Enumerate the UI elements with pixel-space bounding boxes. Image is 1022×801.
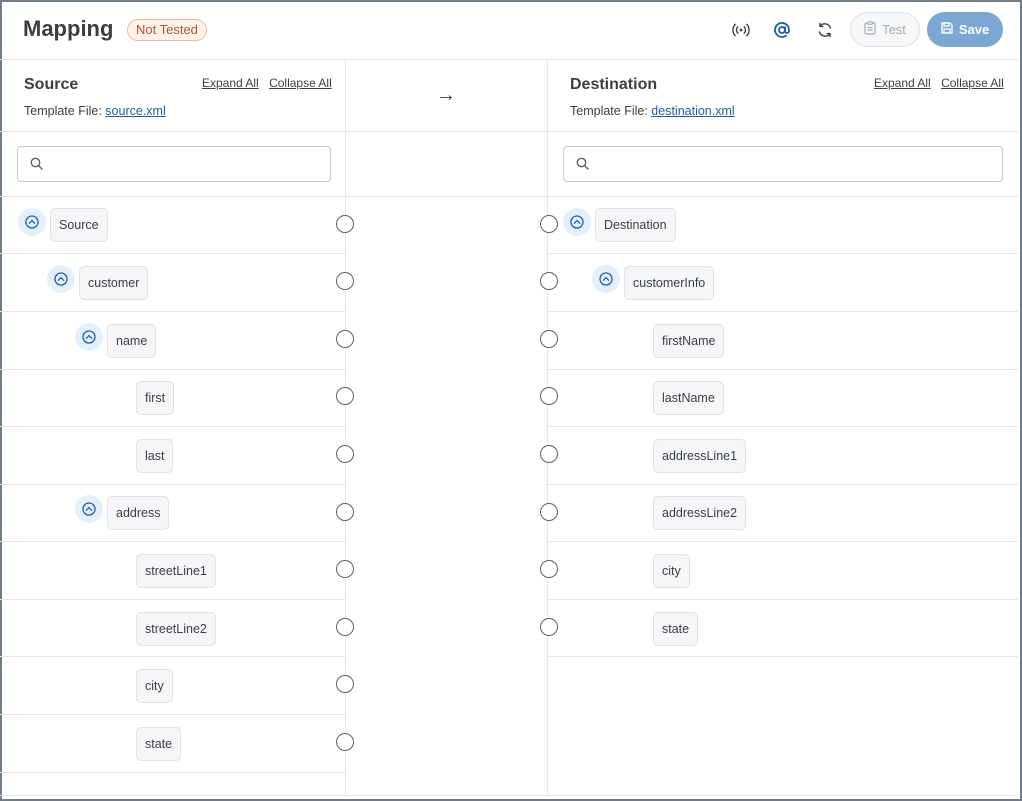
destination-node[interactable]: customerInfo: [624, 266, 715, 300]
floppy-disk-icon: [941, 22, 953, 37]
destination-port-connector[interactable]: [540, 387, 558, 405]
row-divider: [548, 484, 1018, 485]
source-port-connector[interactable]: [336, 272, 354, 290]
source-node[interactable]: Source: [50, 208, 108, 242]
destination-template-link[interactable]: destination.xml: [651, 104, 734, 118]
destination-search-input[interactable]: [598, 153, 994, 175]
source-node[interactable]: customer: [79, 266, 149, 300]
destination-node[interactable]: state: [653, 612, 699, 646]
mapping-arrow-icon: →: [436, 84, 456, 106]
destination-divider: [547, 60, 548, 796]
source-node[interactable]: name: [107, 324, 157, 358]
header: Mapping Not Tested Test Save: [0, 0, 1018, 60]
row-divider: [548, 656, 1018, 657]
row-divider: [548, 311, 1018, 312]
destination-tree-actions: Expand All Collapse All: [870, 76, 1004, 90]
row-divider: [548, 369, 1018, 370]
row-divider: [548, 541, 1018, 542]
source-template-label: Template File:: [24, 104, 102, 118]
source-template-link[interactable]: source.xml: [105, 104, 165, 118]
search-icon: [576, 157, 589, 175]
source-node[interactable]: address: [107, 496, 170, 530]
row-divider: [548, 599, 1018, 600]
source-collapse-all-link[interactable]: Collapse All: [269, 76, 332, 90]
destination-node[interactable]: addressLine2: [653, 496, 747, 530]
row-divider: [0, 772, 345, 773]
source-search: [17, 146, 331, 182]
header-divider: [0, 131, 1018, 132]
destination-port-connector[interactable]: [540, 272, 558, 290]
collapse-toggle-icon[interactable]: [75, 323, 103, 351]
destination-search: [563, 146, 1003, 182]
source-node[interactable]: city: [136, 669, 173, 703]
row-divider: [0, 599, 345, 600]
destination-port-connector[interactable]: [540, 560, 558, 578]
source-port-connector[interactable]: [336, 445, 354, 463]
row-divider: [548, 426, 1018, 427]
destination-collapse-all-link[interactable]: Collapse All: [941, 76, 1004, 90]
source-port-connector[interactable]: [336, 503, 354, 521]
source-node[interactable]: state: [136, 727, 182, 761]
search-icon: [30, 157, 43, 175]
row-divider: [548, 253, 1018, 254]
source-port-connector[interactable]: [336, 215, 354, 233]
destination-template-file: Template File: destination.xml: [570, 104, 735, 118]
page-title: Mapping: [23, 16, 114, 41]
at-sign-icon[interactable]: [770, 18, 794, 42]
destination-node[interactable]: lastName: [653, 381, 724, 415]
row-divider: [0, 484, 345, 485]
source-port-connector[interactable]: [336, 733, 354, 751]
source-node[interactable]: streetLine2: [136, 612, 216, 646]
clipboard-icon: [864, 21, 876, 38]
source-template-file: Template File: source.xml: [24, 104, 166, 118]
footer-divider: [0, 795, 1018, 796]
source-panel-header: Source Expand All Collapse All Template …: [0, 60, 345, 132]
refresh-icon[interactable]: [813, 18, 837, 42]
source-tree-actions: Expand All Collapse All: [198, 76, 332, 90]
collapse-toggle-icon[interactable]: [18, 208, 46, 236]
destination-panel-header: Destination Expand All Collapse All Temp…: [548, 60, 1018, 132]
source-port-connector[interactable]: [336, 560, 354, 578]
source-port-connector[interactable]: [336, 675, 354, 693]
collapse-toggle-icon[interactable]: [47, 265, 75, 293]
source-node[interactable]: first: [136, 381, 175, 415]
source-node[interactable]: streetLine1: [136, 554, 216, 588]
search-divider: [0, 196, 1018, 197]
collapse-toggle-icon[interactable]: [563, 208, 591, 236]
row-divider: [0, 541, 345, 542]
source-port-connector[interactable]: [336, 387, 354, 405]
destination-port-connector[interactable]: [540, 445, 558, 463]
status-badge: Not Tested: [127, 19, 207, 41]
source-node[interactable]: last: [136, 439, 174, 473]
collapse-toggle-icon[interactable]: [75, 495, 103, 523]
source-search-input[interactable]: [52, 153, 322, 175]
destination-node[interactable]: firstName: [653, 324, 725, 358]
destination-port-connector[interactable]: [540, 503, 558, 521]
destination-expand-all-link[interactable]: Expand All: [874, 76, 931, 90]
save-button[interactable]: Save: [927, 12, 1003, 47]
row-divider: [0, 656, 345, 657]
save-button-label: Save: [958, 22, 990, 37]
destination-port-connector[interactable]: [540, 215, 558, 233]
row-divider: [0, 714, 345, 715]
destination-title: Destination: [570, 76, 658, 93]
broadcast-icon[interactable]: [729, 18, 753, 42]
row-divider: [0, 311, 345, 312]
collapse-toggle-icon[interactable]: [592, 265, 620, 293]
test-button-label: Test: [882, 22, 906, 37]
destination-node[interactable]: Destination: [595, 208, 676, 242]
source-expand-all-link[interactable]: Expand All: [202, 76, 259, 90]
source-port-connector[interactable]: [336, 618, 354, 636]
test-button[interactable]: Test: [850, 12, 920, 47]
source-port-connector[interactable]: [336, 330, 354, 348]
destination-node[interactable]: city: [653, 554, 690, 588]
row-divider: [0, 253, 345, 254]
destination-node[interactable]: addressLine1: [653, 439, 747, 473]
destination-template-label: Template File:: [570, 104, 648, 118]
destination-port-connector[interactable]: [540, 618, 558, 636]
row-divider: [0, 426, 345, 427]
source-title: Source: [24, 76, 79, 93]
row-divider: [0, 369, 345, 370]
destination-port-connector[interactable]: [540, 330, 558, 348]
